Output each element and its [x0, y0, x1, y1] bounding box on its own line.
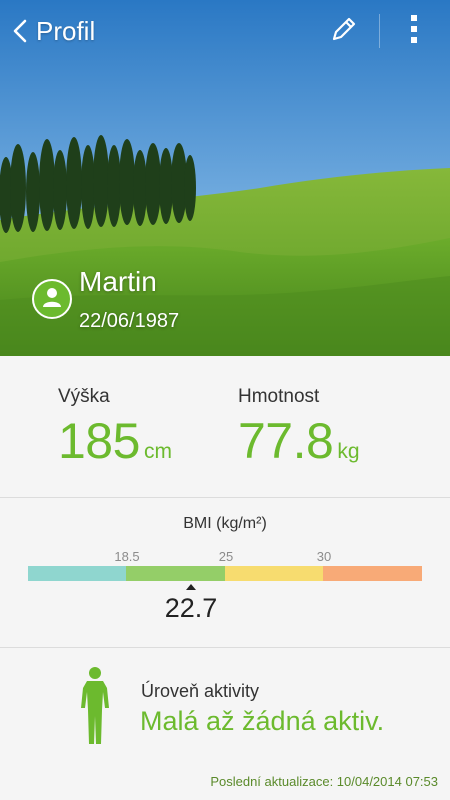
bmi-tick-label: 30 [316, 549, 332, 564]
bmi-marker [186, 584, 196, 590]
weight-label: Hmotnost [238, 386, 320, 407]
standing-person-icon [78, 666, 112, 751]
activity-label: Úroveň aktivity [141, 681, 260, 701]
bmi-tick-label: 18.5 [114, 549, 140, 564]
height-unit: cm [143, 440, 172, 463]
profile-date-of-birth: 22/06/1987 [79, 310, 180, 332]
height-value-row: 185 cm [58, 412, 172, 470]
bmi-segment-obese [323, 566, 422, 581]
edit-button[interactable] [322, 10, 366, 52]
weight-value: 77.8 [238, 413, 334, 469]
weight-value-row: 77.8 kg [238, 412, 360, 470]
bmi-segment-normal [126, 566, 225, 581]
activity-value: Malá až žádná aktiv. [140, 706, 385, 736]
back-label: Profil [36, 15, 96, 46]
weight-unit: kg [337, 440, 360, 463]
user-icon [41, 286, 63, 313]
more-vertical-icon [410, 14, 418, 49]
more-options-button[interactable] [392, 10, 436, 52]
profile-name: Martin [79, 266, 157, 297]
bmi-section: BMI (kg/m²) 18.5 25 30 22.7 [0, 498, 450, 648]
bmi-tick-label: 25 [218, 549, 234, 564]
back-button[interactable]: Profil [6, 12, 95, 50]
height-label: Výška [58, 386, 110, 407]
profile-header-image: Profil Martin 22/06/1987 [0, 0, 450, 356]
bmi-title: BMI (kg/m²) [183, 515, 267, 532]
body-stats-section[interactable]: Výška 185 cm Hmotnost 77.8 kg [0, 356, 450, 498]
last-update-text: Poslední aktualizace: 10/04/2014 07:53 [210, 774, 438, 789]
action-bar: Profil [0, 0, 450, 62]
bmi-segment-overweight [225, 566, 323, 581]
activity-level-section[interactable]: Úroveň aktivity Malá až žádná aktiv. [0, 648, 450, 768]
weight-stat[interactable]: Hmotnost 77.8 kg [238, 386, 360, 470]
action-bar-divider [379, 14, 380, 48]
height-stat[interactable]: Výška 185 cm [58, 386, 172, 470]
pencil-icon [329, 14, 359, 49]
chevron-left-icon [6, 12, 34, 50]
avatar [32, 279, 72, 319]
bmi-segment-underweight [28, 566, 126, 581]
height-value: 185 [58, 413, 140, 469]
bmi-value: 22.7 [164, 593, 218, 623]
